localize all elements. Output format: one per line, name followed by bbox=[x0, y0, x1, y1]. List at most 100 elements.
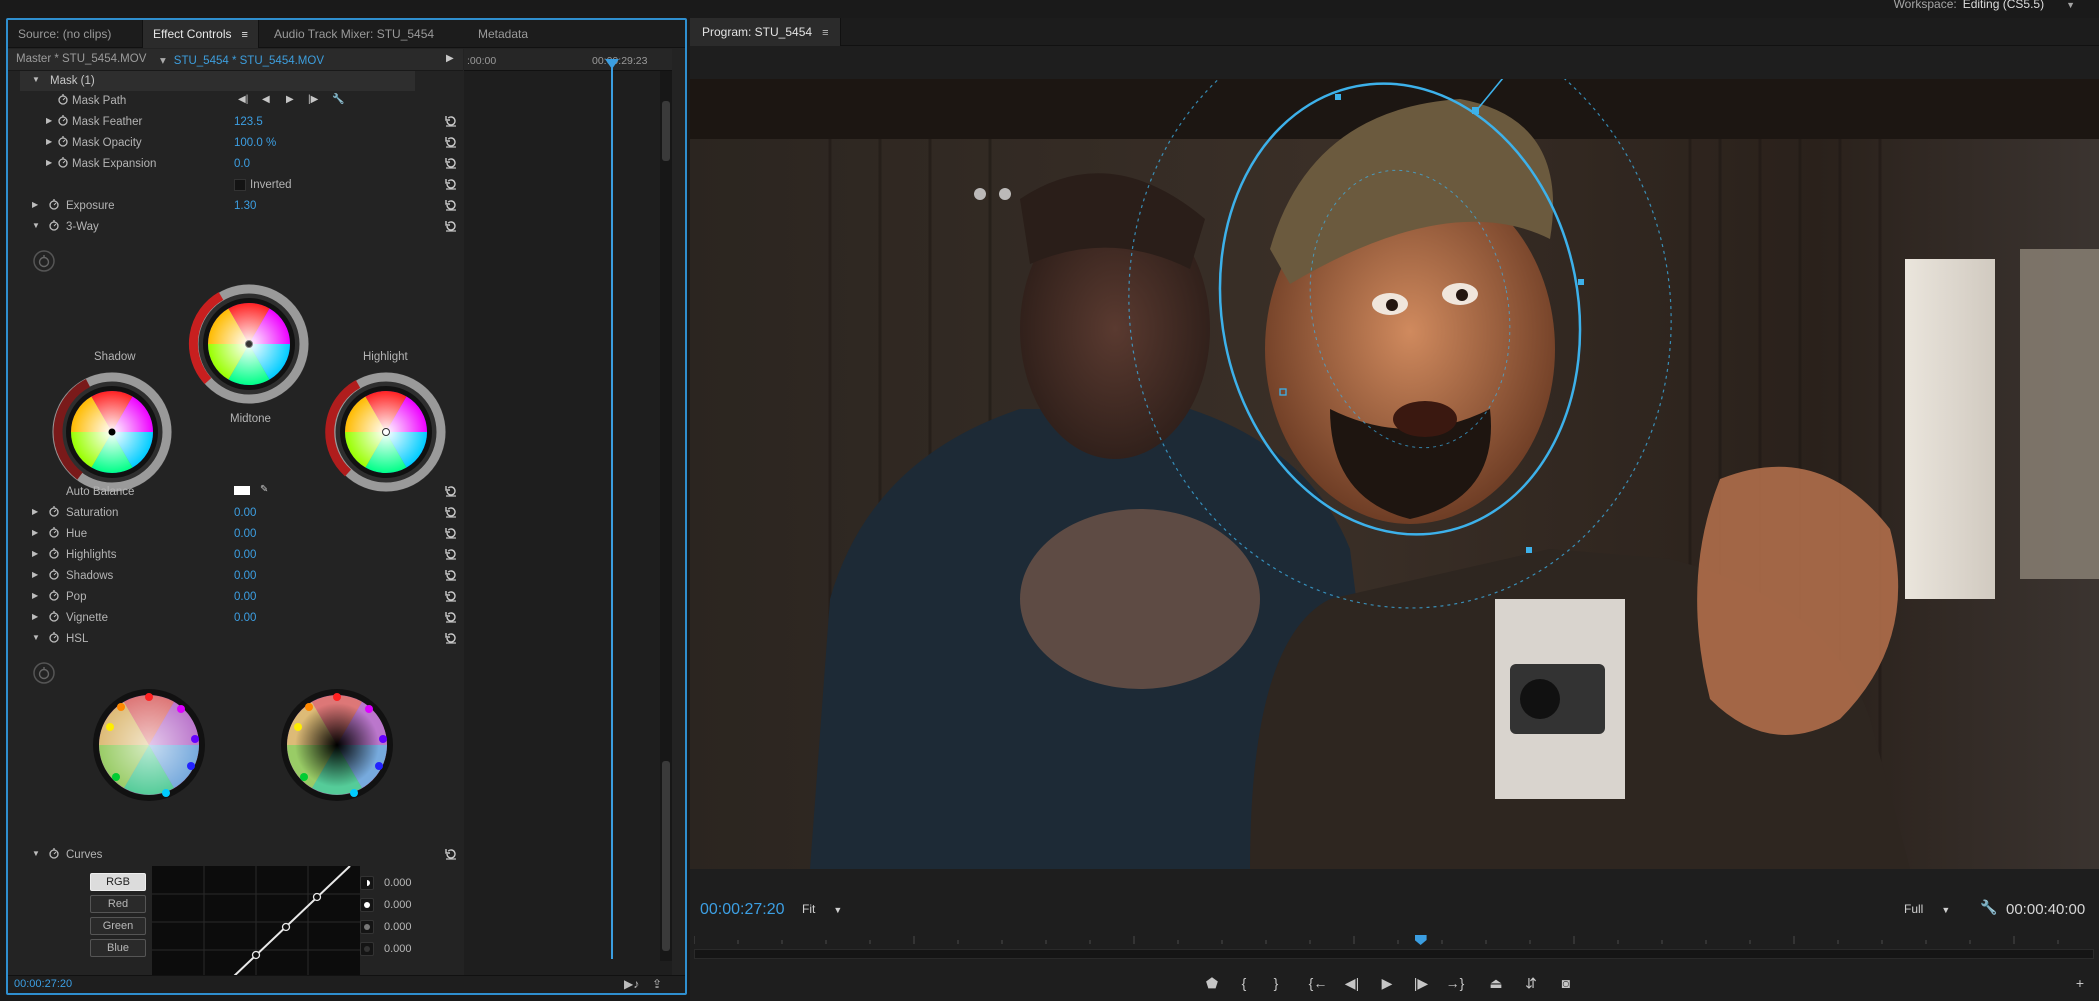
eyedropper-icon[interactable]: ✎ bbox=[260, 484, 268, 495]
add-icon[interactable]: + bbox=[2069, 973, 2091, 993]
reset-icon[interactable] bbox=[444, 631, 458, 645]
curve-value[interactable]: 0.000 bbox=[384, 899, 412, 911]
reset-icon[interactable] bbox=[444, 847, 458, 861]
workspace-switcher[interactable]: Workspace: Editing (CS5.5) ▼ bbox=[1894, 0, 2075, 11]
mask-feather-value[interactable]: 123.5 bbox=[234, 116, 263, 128]
curve-value[interactable]: 0.000 bbox=[384, 921, 412, 933]
lift-icon[interactable]: ⏏ bbox=[1485, 973, 1507, 993]
mask-section[interactable]: ▼ Mask (1) bbox=[8, 71, 463, 92]
wrench-icon[interactable]: 🔧 bbox=[1980, 899, 1997, 916]
camera-icon[interactable]: ◙ bbox=[1555, 973, 1577, 993]
auto-balance-swatch[interactable] bbox=[234, 486, 250, 495]
scroll-thumb[interactable] bbox=[662, 101, 670, 161]
playhead-line[interactable] bbox=[611, 61, 613, 959]
video-frame[interactable] bbox=[690, 79, 2099, 869]
go-to-in-icon[interactable]: {← bbox=[1307, 973, 1329, 993]
reset-icon[interactable] bbox=[444, 198, 458, 212]
mask-opacity-value[interactable]: 100.0 % bbox=[234, 137, 276, 149]
collapse-triangle-icon[interactable]: ▼ bbox=[32, 633, 40, 642]
track-backward-icon[interactable]: ◀ bbox=[262, 94, 270, 105]
reset-icon[interactable] bbox=[444, 547, 458, 561]
stopwatch-icon[interactable] bbox=[48, 505, 60, 517]
filter-icon[interactable]: ▶♪ bbox=[624, 977, 639, 991]
vertical-scrollbar[interactable] bbox=[660, 71, 672, 961]
program-timecode[interactable]: 00:00:27:20 bbox=[700, 901, 785, 919]
zoom-scrollbar[interactable] bbox=[694, 949, 2094, 959]
curve-blue-button[interactable]: Blue bbox=[90, 939, 146, 957]
reset-icon[interactable] bbox=[444, 484, 458, 498]
collapse-triangle-icon[interactable]: ▼ bbox=[32, 75, 40, 84]
collapse-triangle-icon[interactable]: ▼ bbox=[32, 849, 40, 858]
stopwatch-icon[interactable] bbox=[32, 661, 56, 685]
stopwatch-icon[interactable] bbox=[48, 568, 60, 580]
stopwatch-icon[interactable] bbox=[48, 631, 60, 643]
stopwatch-icon[interactable] bbox=[48, 610, 60, 622]
reset-icon[interactable] bbox=[444, 589, 458, 603]
param-value[interactable]: 0.00 bbox=[234, 570, 256, 582]
expand-triangle-icon[interactable]: ▶ bbox=[32, 507, 38, 516]
stopwatch-icon[interactable] bbox=[48, 547, 60, 559]
step-forward-icon[interactable]: |▶ bbox=[1410, 973, 1432, 993]
timeline-ruler[interactable]: :00:00 00:00:29:23 bbox=[464, 49, 672, 71]
reset-icon[interactable] bbox=[444, 610, 458, 624]
export-icon[interactable]: ⇪ bbox=[652, 977, 662, 991]
time-ruler[interactable] bbox=[694, 936, 2094, 944]
current-timecode[interactable]: 00:00:27:20 bbox=[14, 978, 72, 990]
tab-metadata[interactable]: Metadata bbox=[468, 20, 538, 48]
curve-value[interactable]: 0.000 bbox=[384, 943, 412, 955]
white-point-icon[interactable] bbox=[360, 898, 374, 912]
play-icon[interactable]: ▶ bbox=[1376, 973, 1398, 993]
reset-icon[interactable] bbox=[444, 526, 458, 540]
stopwatch-icon[interactable] bbox=[48, 589, 60, 601]
stopwatch-icon[interactable] bbox=[48, 198, 60, 210]
stopwatch-icon[interactable] bbox=[48, 526, 60, 538]
wrench-icon[interactable]: 🔧 bbox=[332, 94, 344, 105]
hsl-wheel-hue[interactable] bbox=[93, 689, 205, 801]
expand-triangle-icon[interactable]: ▶ bbox=[32, 591, 38, 600]
expand-triangle-icon[interactable]: ▶ bbox=[46, 137, 52, 146]
reset-icon[interactable] bbox=[444, 135, 458, 149]
expand-triangle-icon[interactable]: ▶ bbox=[32, 549, 38, 558]
expand-triangle-icon[interactable]: ▶ bbox=[32, 200, 38, 209]
exposure-value[interactable]: 1.30 bbox=[234, 200, 256, 212]
stopwatch-icon[interactable] bbox=[57, 156, 69, 168]
track-forward-icon[interactable]: ▶ bbox=[286, 94, 294, 105]
stopwatch-icon[interactable] bbox=[57, 114, 69, 126]
midtone-wheel[interactable] bbox=[188, 284, 309, 404]
highlight-wheel[interactable] bbox=[325, 372, 446, 492]
reset-icon[interactable] bbox=[444, 177, 458, 191]
menu-icon[interactable]: ≡ bbox=[241, 29, 247, 41]
track-backward-all-icon[interactable]: ◀| bbox=[238, 94, 248, 105]
curve-value[interactable]: 0.000 bbox=[384, 877, 412, 889]
stopwatch-icon[interactable] bbox=[32, 249, 56, 273]
expand-triangle-icon[interactable]: ▶ bbox=[32, 528, 38, 537]
in-point-icon[interactable]: { bbox=[1233, 973, 1255, 993]
shadow-wheel[interactable] bbox=[52, 372, 172, 492]
effect-timeline[interactable]: :00:00 00:00:29:23 bbox=[464, 49, 672, 987]
reset-icon[interactable] bbox=[444, 114, 458, 128]
param-value[interactable]: 0.00 bbox=[234, 612, 256, 624]
reset-icon[interactable] bbox=[444, 156, 458, 170]
master-clip-label[interactable]: Master * STU_5454.MOV bbox=[16, 53, 146, 65]
black-point-icon[interactable] bbox=[360, 876, 374, 890]
go-to-out-icon[interactable]: →} bbox=[1444, 973, 1466, 993]
expand-triangle-icon[interactable]: ▶ bbox=[32, 570, 38, 579]
marker-icon[interactable]: ⬟ bbox=[1201, 973, 1223, 993]
reset-icon[interactable] bbox=[444, 219, 458, 233]
param-value[interactable]: 0.00 bbox=[234, 528, 256, 540]
extract-icon[interactable]: ⇵ bbox=[1520, 973, 1542, 993]
step-back-icon[interactable]: ◀| bbox=[1341, 973, 1363, 993]
play-icon[interactable]: ▶ bbox=[446, 53, 454, 64]
resolution-select[interactable]: Full ▼ bbox=[1904, 902, 1950, 916]
gray-point-icon[interactable] bbox=[360, 920, 374, 934]
tab-program[interactable]: Program: STU_5454 ≡ bbox=[690, 18, 842, 46]
reset-icon[interactable] bbox=[444, 505, 458, 519]
curve-red-button[interactable]: Red bbox=[90, 895, 146, 913]
curve-graph[interactable] bbox=[152, 866, 360, 978]
stopwatch-icon[interactable] bbox=[48, 219, 60, 231]
param-value[interactable]: 0.00 bbox=[234, 507, 256, 519]
expand-triangle-icon[interactable]: ▶ bbox=[46, 158, 52, 167]
tab-effect-controls[interactable]: Effect Controls ≡ bbox=[142, 20, 259, 48]
inverted-checkbox[interactable] bbox=[234, 179, 246, 191]
hsl-wheel-lum[interactable] bbox=[281, 689, 393, 801]
